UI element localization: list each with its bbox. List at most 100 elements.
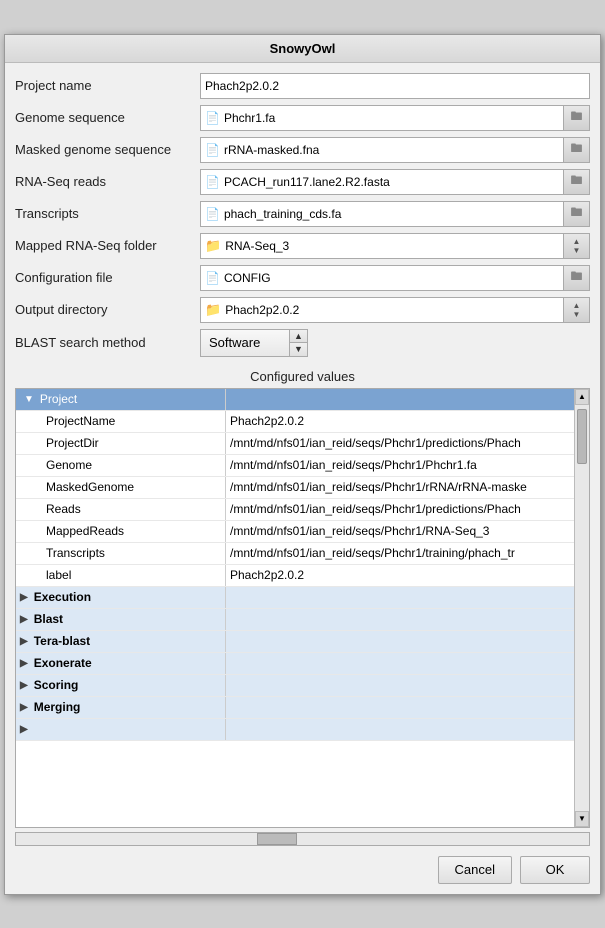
scrollbar-up-button[interactable]: ▲ [575,389,589,405]
tree-key-maskedgenome: MaskedGenome [16,477,226,498]
rnaseq-reads-wrapper: 📄 PCACH_run117.lane2.R2.fasta 🖿 [200,169,590,195]
section-blast-key[interactable]: ▶ Blast [16,609,226,630]
browse-icon-rnaseq: 🖿 [570,171,582,192]
project-name-input[interactable]: Phach2p2.0.2 [200,73,590,99]
tree-item-mappedreads: MappedReads /mnt/md/nfs01/ian_reid/seqs/… [16,521,590,543]
label-val: Phach2p2.0.2 [226,565,590,586]
section-terablast-row[interactable]: ▶ Tera-blast [16,631,590,653]
blast-spinner-up[interactable]: ▲ [290,330,307,344]
section-merging-key[interactable]: ▶ Merging [16,697,226,718]
section-extra-val [226,719,590,740]
section-execution-key[interactable]: ▶ Execution [16,587,226,608]
browse-icon-config: 🖿 [570,267,582,288]
spinner-down-mapped: ▼ [573,246,581,255]
section-extra-key[interactable]: ▶ [16,719,226,740]
expand-icon-scoring[interactable]: ▶ [20,680,28,691]
section-project-row[interactable]: ▼ Project [16,389,590,411]
configured-values-label: Configured values [5,363,600,388]
masked-genome-input[interactable]: 📄 rRNA-masked.fna [200,137,564,163]
genome-sequence-row: Genome sequence 📄 Phchr1.fa 🖿 [15,105,590,131]
masked-genome-row: Masked genome sequence 📄 rRNA-masked.fna… [15,137,590,163]
browse-icon-masked: 🖿 [570,139,582,160]
section-execution-row[interactable]: ▶ Execution [16,587,590,609]
section-execution-val [226,587,590,608]
rnaseq-browse-button[interactable]: 🖿 [564,169,590,195]
project-name-value: Phach2p2.0.2 [205,79,279,93]
expand-icon-extra[interactable]: ▶ [20,724,28,735]
blast-method-value: Software [209,335,260,350]
genome-sequence-input[interactable]: 📄 Phchr1.fa [200,105,564,131]
genome-key-label: Genome [46,458,92,472]
output-dir-spinner[interactable]: ▲ ▼ [564,297,590,323]
horizontal-scrollbar[interactable] [15,832,590,846]
mapped-folder-input[interactable]: 📁 RNA-Seq_3 [200,233,564,259]
rnaseq-reads-input[interactable]: 📄 PCACH_run117.lane2.R2.fasta [200,169,564,195]
section-scoring-val [226,675,590,696]
output-dir-row: Output directory 📁 Phach2p2.0.2 ▲ ▼ [15,297,590,323]
tree-key-mappedreads: MappedReads [16,521,226,542]
expand-icon-blast[interactable]: ▶ [20,614,28,625]
section-exonerate-key[interactable]: ▶ Exonerate [16,653,226,674]
section-merging-row[interactable]: ▶ Merging [16,697,590,719]
tree-key-label: label [16,565,226,586]
blast-spinner-down[interactable]: ▼ [290,343,307,356]
section-terablast-key[interactable]: ▶ Tera-blast [16,631,226,652]
output-dir-input[interactable]: 📁 Phach2p2.0.2 [200,297,564,323]
expand-icon-execution[interactable]: ▶ [20,592,28,603]
mapped-folder-value: RNA-Seq_3 [225,239,289,253]
rnaseq-reads-row: RNA-Seq reads 📄 PCACH_run117.lane2.R2.fa… [15,169,590,195]
config-file-input[interactable]: 📄 CONFIG [200,265,564,291]
expand-icon-exonerate[interactable]: ▶ [20,658,28,669]
browse-icon-transcripts: 🖿 [570,203,582,224]
genome-browse-button[interactable]: 🖿 [564,105,590,131]
mappedreads-val: /mnt/md/nfs01/ian_reid/seqs/Phchr1/RNA-S… [226,521,590,542]
output-dir-wrapper: 📁 Phach2p2.0.2 ▲ ▼ [200,297,590,323]
section-scoring-row[interactable]: ▶ Scoring [16,675,590,697]
section-extra-row[interactable]: ▶ [16,719,590,741]
ok-button[interactable]: OK [520,856,590,884]
tree-item-label: label Phach2p2.0.2 [16,565,590,587]
blast-method-row: BLAST search method Software ▲ ▼ [15,329,590,357]
scrollbar-track[interactable] [575,405,589,811]
section-exonerate-row[interactable]: ▶ Exonerate [16,653,590,675]
section-execution-label: Execution [34,590,91,604]
mapped-folder-label: Mapped RNA-Seq folder [15,238,200,253]
tree-key-projectdir: ProjectDir [16,433,226,454]
file-icon-transcripts: 📄 [205,207,220,221]
section-blast-row[interactable]: ▶ Blast [16,609,590,631]
masked-browse-button[interactable]: 🖿 [564,137,590,163]
h-scrollbar-thumb[interactable] [257,833,297,845]
scrollbar-thumb[interactable] [577,409,587,464]
expand-icon-merging[interactable]: ▶ [20,702,28,713]
section-scoring-key[interactable]: ▶ Scoring [16,675,226,696]
tree-item-maskedgenome: MaskedGenome /mnt/md/nfs01/ian_reid/seqs… [16,477,590,499]
transcripts-value: phach_training_cds.fa [224,207,341,221]
blast-spinner[interactable]: ▲ ▼ [290,329,308,357]
project-name-label: Project name [15,78,200,93]
config-browse-button[interactable]: 🖿 [564,265,590,291]
genome-sequence-label: Genome sequence [15,110,200,125]
section-project-key[interactable]: ▼ Project [16,389,226,410]
expand-icon-terablast[interactable]: ▶ [20,636,28,647]
title-bar: SnowyOwl [5,35,600,63]
transcripts-wrapper: 📄 phach_training_cds.fa 🖿 [200,201,590,227]
file-icon-genome: 📄 [205,111,220,125]
section-blast-val [226,609,590,630]
genome-val: /mnt/md/nfs01/ian_reid/seqs/Phchr1/Phchr… [226,455,590,476]
transcripts-browse-button[interactable]: 🖿 [564,201,590,227]
bottom-buttons-area: Cancel OK [5,846,600,894]
masked-genome-wrapper: 📄 rRNA-masked.fna 🖿 [200,137,590,163]
mapped-folder-wrapper: 📁 RNA-Seq_3 ▲ ▼ [200,233,590,259]
scrollbar-down-button[interactable]: ▼ [575,811,589,827]
mapped-folder-spinner[interactable]: ▲ ▼ [564,233,590,259]
maskedgenome-key-label: MaskedGenome [46,480,134,494]
transcripts-input[interactable]: 📄 phach_training_cds.fa [200,201,564,227]
spinner-down-output: ▼ [573,310,581,319]
genome-sequence-wrapper: 📄 Phchr1.fa 🖿 [200,105,590,131]
collapse-icon-project[interactable]: ▼ [24,394,34,405]
cancel-button[interactable]: Cancel [438,856,512,884]
project-name-row: Project name Phach2p2.0.2 [15,73,590,99]
blast-method-dropdown[interactable]: Software [200,329,290,357]
vertical-scrollbar[interactable]: ▲ ▼ [574,389,589,827]
tree-scroll-area[interactable]: ▼ Project ProjectName Phach2p2.0.2 Proje… [16,389,590,827]
